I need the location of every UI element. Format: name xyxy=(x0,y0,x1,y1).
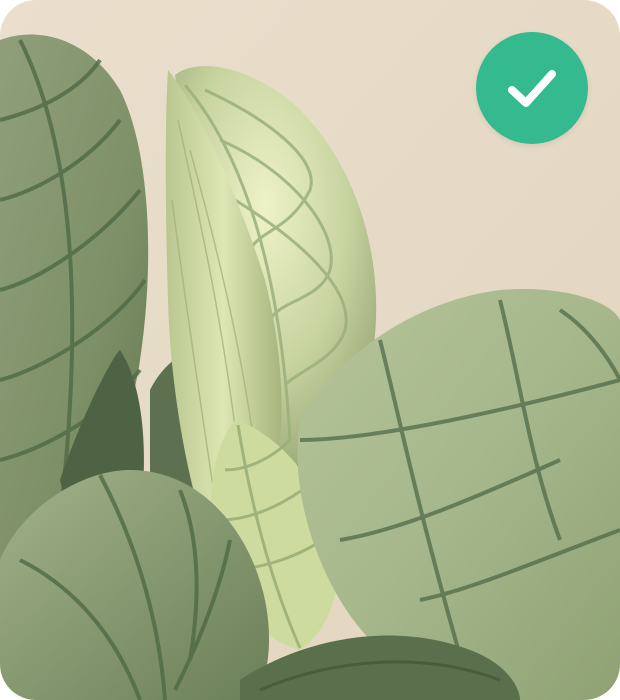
checkmark-icon xyxy=(508,70,556,107)
product-image-card[interactable] xyxy=(0,0,620,700)
selected-check-badge[interactable] xyxy=(476,32,588,144)
